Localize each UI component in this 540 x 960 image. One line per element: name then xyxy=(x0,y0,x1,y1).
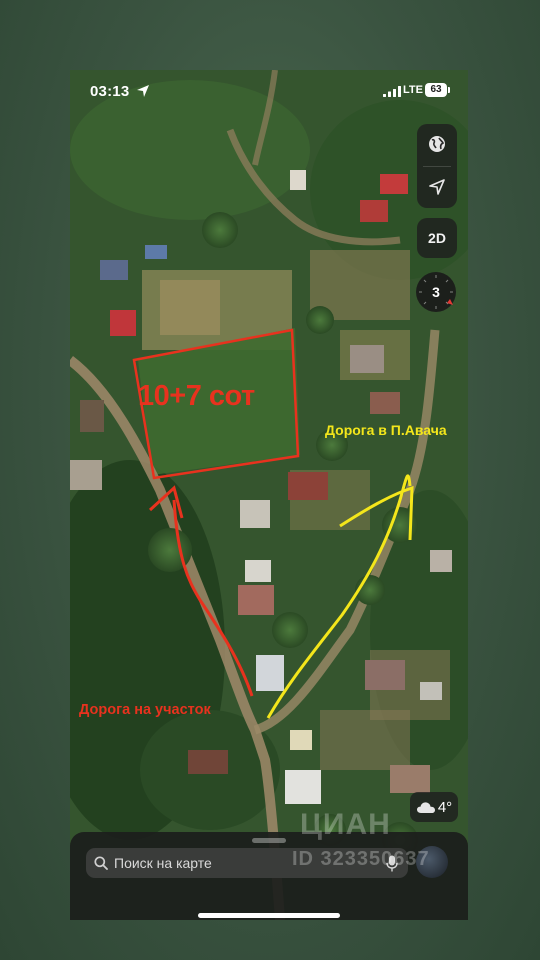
location-arrow-icon xyxy=(429,179,445,195)
avacha-road-label: Дорога в П.Авача xyxy=(325,422,447,438)
battery-indicator: 63 xyxy=(425,83,447,97)
weather-badge[interactable]: 4° xyxy=(410,792,458,822)
plot-road-label: Дорога на участок xyxy=(79,702,211,718)
view-mode-button[interactable]: 2D xyxy=(417,218,457,258)
home-indicator[interactable] xyxy=(198,913,340,918)
battery-nub xyxy=(448,87,450,93)
watermark-brand: ЦИАН xyxy=(300,808,391,841)
compass-value: 3 xyxy=(432,284,440,300)
plot-size-label: 10+7 сот xyxy=(138,380,255,412)
cloud-icon xyxy=(416,802,435,813)
phone-screen: 03:13 LTE 63 2D 3 10+7 сот Дорога в П.Ав… xyxy=(70,70,468,920)
screenshot-frame: 03:13 LTE 63 2D 3 10+7 сот Дорога в П.Ав… xyxy=(0,0,540,960)
satellite-map[interactable] xyxy=(70,70,468,920)
track-location-button[interactable] xyxy=(417,167,457,207)
watermark-listing-id: ID 323350637 xyxy=(292,848,430,870)
map-control-group xyxy=(417,124,457,208)
search-icon xyxy=(94,856,108,870)
globe-icon xyxy=(429,136,445,152)
network-type: LTE xyxy=(403,84,423,96)
temperature: 4° xyxy=(437,798,453,816)
bottom-sheet: Поиск на карте xyxy=(70,832,468,920)
sheet-grabber[interactable] xyxy=(252,838,286,843)
status-bar: 03:13 LTE 63 xyxy=(70,70,468,114)
location-services-icon xyxy=(137,85,149,97)
status-time: 03:13 xyxy=(90,83,130,100)
map-type-button[interactable] xyxy=(417,124,457,164)
search-placeholder: Поиск на карте xyxy=(114,855,212,871)
cellular-signal-icon xyxy=(383,86,401,97)
compass-button[interactable]: 3 xyxy=(416,272,456,312)
